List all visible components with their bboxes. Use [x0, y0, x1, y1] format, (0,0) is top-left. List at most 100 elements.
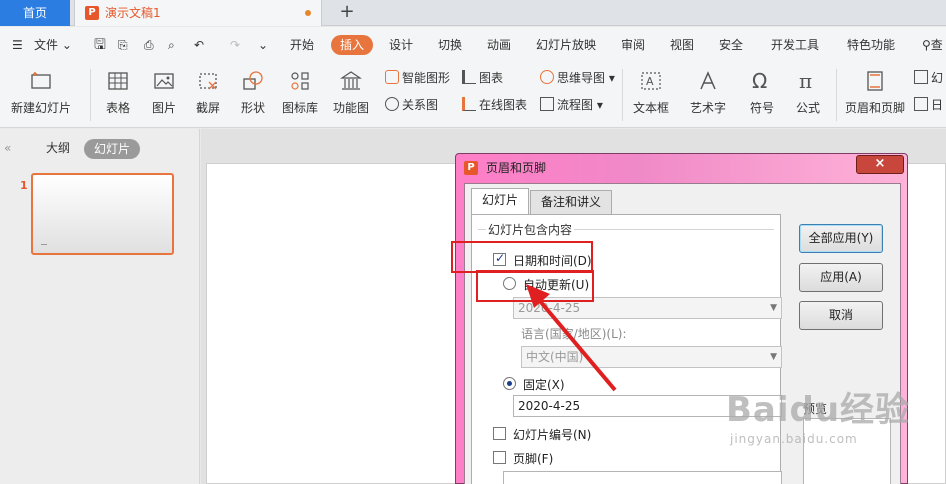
menu-animation[interactable]: 动画	[487, 27, 511, 63]
text-box-icon: A	[641, 72, 661, 90]
symbol-button[interactable]: Ω 符号	[742, 67, 782, 123]
tab-slides[interactable]: 幻灯片	[84, 139, 140, 159]
picture-button[interactable]: 图片	[144, 67, 184, 123]
header-footer-button[interactable]: 页眉和页脚	[842, 67, 908, 123]
search-icon: ⚲	[922, 38, 931, 52]
formula-button[interactable]: π 公式	[788, 67, 828, 123]
chevron-down-icon: ▼	[770, 352, 777, 362]
new-slide-button[interactable]: 新建幻灯片	[8, 67, 74, 123]
picture-icon	[154, 73, 174, 89]
relation-chart-button[interactable]: 关系图	[385, 94, 438, 116]
icon-library-button[interactable]: 图标库	[280, 67, 320, 123]
export-pdf-icon[interactable]: ⎘	[118, 27, 128, 63]
formula-label: 公式	[795, 101, 820, 115]
tab-outline[interactable]: 大纲	[46, 139, 70, 156]
menu-file[interactable]: 文件 ⌄	[34, 27, 72, 63]
icon-library-icon	[291, 72, 309, 90]
highlight-date-time	[451, 241, 593, 273]
online-chart-icon	[462, 97, 476, 111]
art-text-button[interactable]: 艺术字	[684, 67, 732, 123]
slide-number-button[interactable]: 幻	[914, 67, 943, 89]
menu-file-label: 文件	[34, 38, 59, 52]
text-box-label: 文本框	[632, 101, 669, 115]
menu-slideshow[interactable]: 幻灯片放映	[536, 27, 596, 63]
thumbnail-mark	[41, 244, 47, 245]
art-text-label: 艺术字	[689, 101, 726, 115]
slide-thumbnail[interactable]	[31, 173, 174, 255]
apply-all-button[interactable]: 全部应用(Y)	[799, 224, 883, 253]
menu-features[interactable]: 特色功能	[847, 27, 895, 63]
omega-symbol-icon: Ω	[752, 69, 767, 93]
relation-chart-icon	[385, 97, 399, 111]
table-button[interactable]: 表格	[98, 67, 138, 123]
print-icon[interactable]: ⎙	[144, 27, 154, 63]
quick-access-dropdown-icon[interactable]: ⌄	[258, 27, 268, 63]
menu-insert[interactable]: 插入	[331, 35, 374, 55]
header-footer-label: 页眉和页脚	[844, 101, 905, 115]
date-time-label: 日	[931, 98, 944, 112]
menu-security[interactable]: 安全	[719, 27, 743, 63]
print-preview-icon[interactable]: ⌕	[168, 27, 175, 63]
chart-button[interactable]: 图表	[462, 67, 503, 89]
tab-document[interactable]: P 演示文稿1	[74, 0, 322, 26]
slide-number-label: 幻灯片编号(N)	[513, 428, 592, 442]
function-chart-button[interactable]: 功能图	[328, 67, 374, 123]
tab-bar: 首页 P 演示文稿1 +	[0, 0, 946, 26]
apply-button[interactable]: 应用(A)	[799, 263, 883, 292]
smart-shape-label: 智能图形	[402, 71, 451, 85]
hamburger-menu-icon[interactable]: ☰	[12, 27, 23, 63]
table-icon	[108, 72, 128, 90]
baidu-watermark: Baidu经验 jingyan.baidu.com	[726, 392, 910, 446]
ribbon-divider	[622, 69, 623, 121]
icon-library-label: 图标库	[281, 101, 318, 115]
tab-slide[interactable]: 幻灯片	[471, 188, 530, 214]
mind-map-label: 思维导图	[557, 71, 606, 85]
footer-checkbox[interactable]	[493, 451, 506, 464]
tab-home[interactable]: 首页	[0, 0, 70, 26]
collapse-panel-icon[interactable]: «	[4, 141, 11, 155]
relation-chart-label: 关系图	[402, 98, 439, 112]
menu-transition[interactable]: 切换	[438, 27, 462, 63]
new-tab-button[interactable]: +	[336, 0, 358, 26]
tab-notes-handouts[interactable]: 备注和讲义	[530, 190, 613, 214]
calendar-icon	[914, 97, 928, 111]
slide-number-icon	[914, 70, 928, 84]
undo-icon[interactable]: ↶	[194, 27, 204, 63]
screenshot-button[interactable]: 截屏	[188, 67, 228, 123]
new-slide-icon	[31, 72, 51, 89]
chevron-down-icon: ▼	[770, 303, 777, 313]
footer-input[interactable]	[503, 471, 782, 484]
chart-label: 图表	[479, 71, 504, 85]
ribbon-divider	[90, 69, 91, 121]
menu-view[interactable]: 视图	[670, 27, 694, 63]
header-footer-icon	[867, 71, 883, 91]
watermark-url: jingyan.baidu.com	[730, 432, 858, 446]
search-button[interactable]: ⚲查	[922, 27, 943, 63]
chart-icon	[462, 70, 476, 84]
text-box-button[interactable]: A 文本框	[627, 67, 675, 123]
online-chart-button[interactable]: 在线图表	[462, 94, 527, 116]
smart-shape-button[interactable]: 智能图形	[385, 67, 450, 89]
menu-start[interactable]: 开始	[290, 27, 314, 63]
online-chart-label: 在线图表	[479, 98, 528, 112]
mind-map-button[interactable]: 思维导图 ▾	[540, 67, 615, 89]
shape-button[interactable]: 形状	[233, 67, 273, 123]
flowchart-label: 流程图	[557, 98, 594, 112]
watermark-brand: Baidu经验	[726, 390, 911, 430]
footer-label: 页脚(F)	[513, 452, 554, 466]
redo-icon[interactable]: ↷	[230, 27, 240, 63]
slide-number-checkbox[interactable]	[493, 427, 506, 440]
cancel-button[interactable]: 取消	[799, 301, 883, 330]
menu-review[interactable]: 审阅	[621, 27, 645, 63]
ribbon-divider	[836, 69, 837, 121]
menu-developer[interactable]: 开发工具	[771, 27, 819, 63]
menu-design[interactable]: 设计	[389, 27, 413, 63]
close-button[interactable]: ×	[856, 155, 904, 174]
date-time-button[interactable]: 日	[914, 94, 943, 116]
flowchart-button[interactable]: 流程图 ▾	[540, 94, 603, 116]
group-label: 幻灯片包含内容	[486, 221, 575, 238]
annotation-arrow-icon	[526, 284, 617, 392]
document-title: 演示文稿1	[105, 6, 161, 20]
pi-formula-icon: π	[799, 69, 812, 93]
save-icon[interactable]: 🖫	[94, 27, 106, 63]
